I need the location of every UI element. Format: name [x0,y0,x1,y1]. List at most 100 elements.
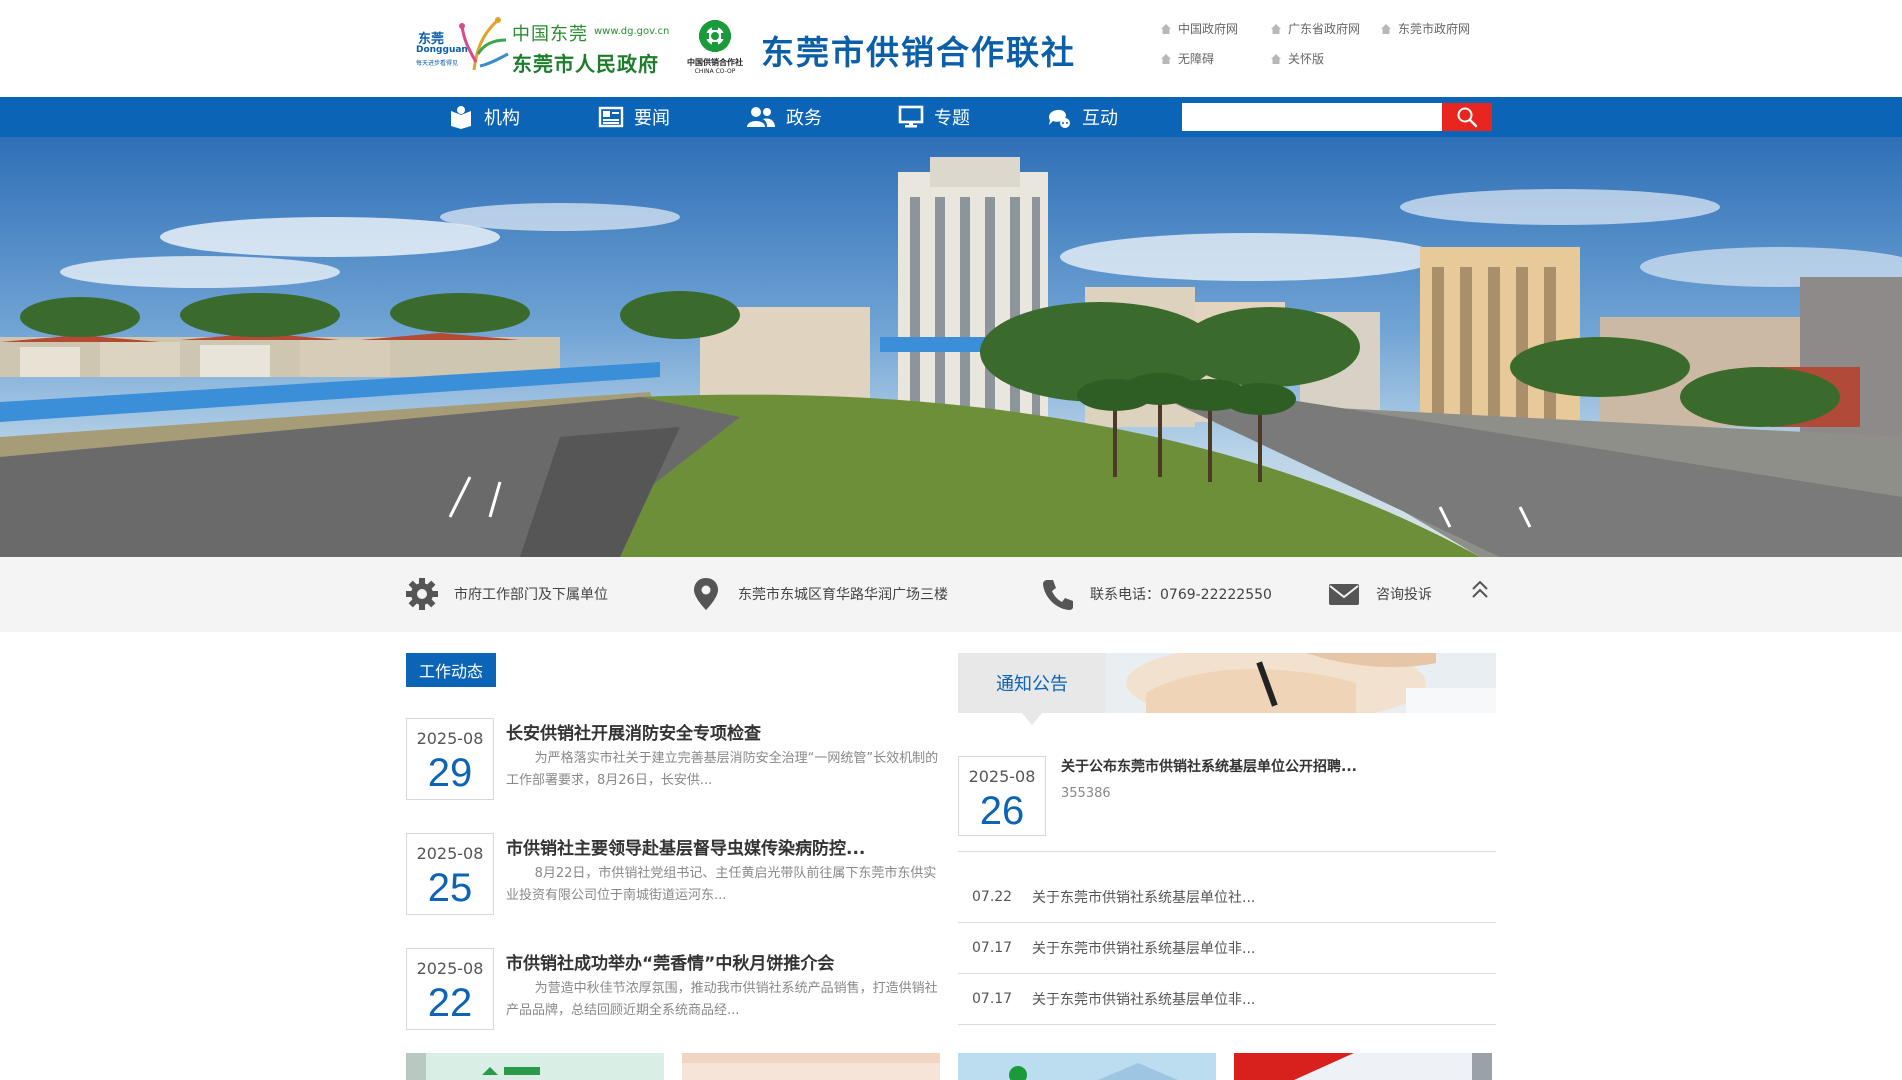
site-header: 东莞 Dongguan 每天进步看得见 中国东莞 www.dg.gov.cn 东… [0,0,1902,97]
notice-date: 07.17 [972,940,1013,956]
feature-card-image [406,1053,664,1080]
notice-date: 07.17 [972,991,1013,1007]
nav-label: 专题 [934,108,970,129]
main-nav: 机构 要闻 政务 专题 互动 [0,97,1902,137]
coop-logo-en: CHINA CO-OP [694,68,736,75]
notice-title[interactable]: 关于东莞市供销社系统基层单位非... [1032,989,1255,1009]
feature-card[interactable] [406,1053,664,1080]
top-link-guangdong-gov[interactable]: 广东省政府网 [1270,20,1360,37]
news-date: 2025-08 25 [406,833,494,915]
news-summary[interactable]: 8月22日，市供销社党组书记、主任黄启光带队前往属下东莞市东供实业投资有限公司位… [506,863,944,907]
home-icon [1161,23,1171,34]
top-link-accessibility[interactable]: 无障碍 [1160,50,1214,67]
nav-label: 互动 [1082,108,1118,129]
notice-date: 2025-08 26 [958,756,1046,836]
feature-card[interactable] [682,1053,940,1080]
feature-card[interactable] [1234,1053,1492,1080]
notice-featured-item[interactable]: 2025-08 26 关于公布东莞市供销社系统基层单位公开招聘... 35538… [958,756,1496,852]
top-link-dongguan-gov[interactable]: 东莞市政府网 [1380,20,1470,37]
top-link-china-gov[interactable]: 中国政府网 [1160,20,1238,37]
notice-featured-subtext: 355386 [1061,786,1111,801]
notice-list-item[interactable]: 07.22 关于东莞市供销社系统基层单位社... [958,872,1496,923]
logo-url: www.dg.gov.cn [594,26,670,37]
banner-illustration [0,137,1902,557]
site-title: 东莞市供销合作联社 [761,33,1076,72]
nav-label: 政务 [786,108,822,129]
search-input[interactable] [1182,103,1442,131]
news-date-month: 2025-08 [416,959,484,978]
news-summary[interactable]: 为营造中秋佳节浓厚氛围，推动我市供销社系统产品销售，打造供销社产品品牌，总结回顾… [506,978,944,1022]
mail-icon [1329,584,1359,605]
search-button[interactable] [1442,103,1492,131]
info-label: 咨询投诉 [1376,587,1432,603]
monitor-icon [898,105,924,128]
info-label: 东莞市东城区育华路华润广场三楼 [738,587,948,603]
info-phone: 联系电话：0769-22222550 [1040,575,1272,613]
news-item[interactable]: 2025-08 29 长安供销社开展消防安全专项检查 为严格落实市社关于建立完善… [406,718,941,808]
notices-tab-pointer [1022,713,1042,725]
news-date-day: 22 [427,981,473,1025]
info-address: 东莞市东城区育华路华润广场三楼 [688,575,948,613]
top-link-label: 广东省政府网 [1288,22,1361,36]
news-item[interactable]: 2025-08 25 市供销社主要领导赴基层督导虫媒传染病防控... 8月22日… [406,833,941,923]
info-departments[interactable]: 市府工作部门及下属单位 [404,575,608,613]
newspaper-icon [598,106,624,128]
book-icon [451,106,471,129]
notice-featured-title[interactable]: 关于公布东莞市供销社系统基层单位公开招聘... [1061,756,1357,776]
people-icon [747,107,775,127]
location-pin-icon [694,578,718,610]
coop-logo-cn: 中国供销合作社 [687,58,743,67]
top-link-care-version[interactable]: 关怀版 [1270,50,1324,67]
notice-title[interactable]: 关于东莞市供销社系统基层单位社... [1032,887,1255,907]
feature-card-image [682,1053,940,1080]
notice-list-item[interactable]: 07.17 关于东莞市供销社系统基层单位非... [958,974,1496,1025]
info-label: 联系电话：0769-22222550 [1090,587,1272,603]
nav-item-institutions[interactable]: 机构 [448,97,520,137]
feature-card[interactable] [958,1053,1216,1080]
dongguan-badge-slogan: 每天进步看得见 [416,60,459,67]
feature-card-image [958,1053,1216,1080]
news-title[interactable]: 市供销社成功举办“莞香情”中秋月饼推介会 [506,949,834,974]
collapse-up-icon[interactable] [1468,577,1492,605]
notice-date: 07.22 [972,889,1013,905]
news-summary[interactable]: 为严格落实市社关于建立完善基层消防安全治理“一网统管”长效机制的工作部署要求，8… [506,748,944,792]
news-date-month: 2025-08 [416,729,484,748]
news-date-month: 2025-08 [416,844,484,863]
chat-icon [1049,109,1070,128]
phone-icon [1043,580,1073,610]
notice-list-item[interactable]: 07.17 关于东莞市供销社系统基层单位非... [958,923,1496,974]
notices-header-photo [1106,653,1496,713]
feature-card-image [1234,1053,1492,1080]
notices-heading[interactable]: 通知公告 [958,653,1106,713]
gear-icon [406,578,438,610]
news-date-day: 29 [427,751,473,795]
china-coop-logo[interactable]: 中国供销合作社 CHINA CO-OP [683,16,747,76]
news-date: 2025-08 22 [406,948,494,1030]
nav-item-news[interactable]: 要闻 [598,97,670,137]
dongguan-badge-en: Dongguan [416,45,468,55]
top-link-label: 东莞市政府网 [1398,22,1471,36]
info-complaints[interactable]: 咨询投诉 [1326,575,1432,613]
info-label: 市府工作部门及下属单位 [454,587,608,603]
logo-government-name: 东莞市人民政府 [512,52,659,76]
city-banner-image [0,137,1902,557]
work-news-heading[interactable]: 工作动态 [406,653,496,687]
top-link-label: 关怀版 [1288,52,1325,66]
news-title[interactable]: 长安供销社开展消防安全专项检查 [506,719,761,744]
notice-title[interactable]: 关于东莞市供销社系统基层单位非... [1032,938,1255,958]
nav-item-topics[interactable]: 专题 [898,97,970,137]
logo-script-text: 中国东莞 [512,24,588,45]
news-item[interactable]: 2025-08 22 市供销社成功举办“莞香情”中秋月饼推介会 为营造中秋佳节浓… [406,948,941,1038]
nav-item-interaction[interactable]: 互动 [1046,97,1118,137]
nav-item-government-affairs[interactable]: 政务 [746,97,822,137]
info-bar: 市府工作部门及下属单位 东莞市东城区育华路华润广场三楼 联系电话：0769-22… [0,557,1902,632]
hand-writing-illustration [1106,653,1496,713]
news-title[interactable]: 市供销社主要领导赴基层督导虫媒传染病防控... [506,834,865,859]
dongguan-government-logo[interactable]: 东莞 Dongguan 每天进步看得见 中国东莞 www.dg.gov.cn 东… [414,14,676,76]
coop-emblem-icon [699,20,731,52]
news-date: 2025-08 29 [406,718,494,800]
top-link-label: 中国政府网 [1178,22,1239,36]
home-icon [1271,23,1281,34]
nav-label: 机构 [484,108,520,129]
home-icon [1381,23,1391,34]
